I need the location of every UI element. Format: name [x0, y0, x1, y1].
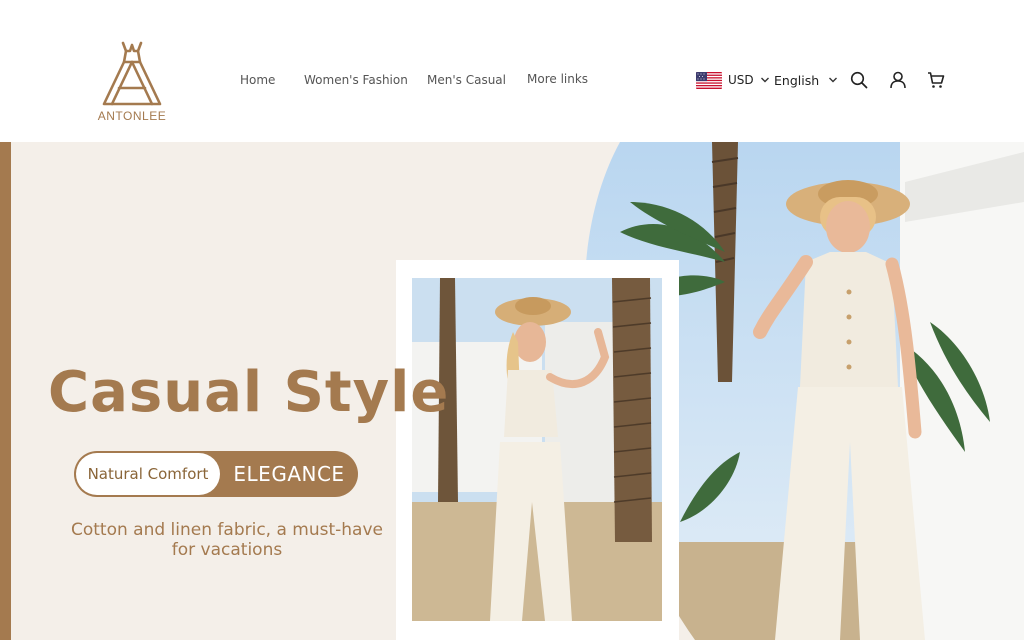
nav-mens-casual[interactable]: Men's Casual [427, 73, 506, 87]
us-flag-icon [696, 71, 722, 89]
hero-badge: Natural Comfort ELEGANCE [74, 451, 358, 497]
currency-selector[interactable]: USD [696, 71, 754, 89]
inset-photo-frame [396, 260, 679, 640]
nav-home[interactable]: Home [240, 73, 275, 87]
cart-icon[interactable] [927, 71, 945, 89]
site-header: ANTONLEE Home Women's Fashion Men's Casu… [0, 0, 1024, 142]
brand-logo[interactable]: ANTONLEE [97, 40, 167, 124]
user-icon[interactable] [889, 71, 907, 89]
language-selector[interactable]: English [760, 71, 839, 89]
hero-banner[interactable]: Casual Style Natural Comfort ELEGANCE Co… [0, 142, 1024, 640]
hero-accent-bar [0, 142, 11, 640]
hero-title: Casual Style [48, 360, 450, 425]
badge-right-label: ELEGANCE [233, 462, 345, 486]
chevron-down-icon [761, 77, 769, 83]
nav-womens-fashion[interactable]: Women's Fashion [304, 73, 408, 87]
brand-name: ANTONLEE [97, 109, 167, 123]
language-label: English [774, 72, 820, 88]
search-icon[interactable] [850, 71, 868, 89]
nav-more-links[interactable]: More links [527, 72, 588, 86]
hero-subtitle: Cotton and linen fabric, a must-have for… [70, 520, 383, 560]
chevron-down-icon [829, 77, 838, 83]
dress-logo-icon [102, 41, 162, 106]
currency-label: USD [728, 73, 754, 87]
badge-left-label: Natural Comfort [87, 465, 209, 483]
badge-elegance: ELEGANCE [224, 451, 354, 497]
badge-natural-comfort: Natural Comfort [76, 453, 220, 495]
